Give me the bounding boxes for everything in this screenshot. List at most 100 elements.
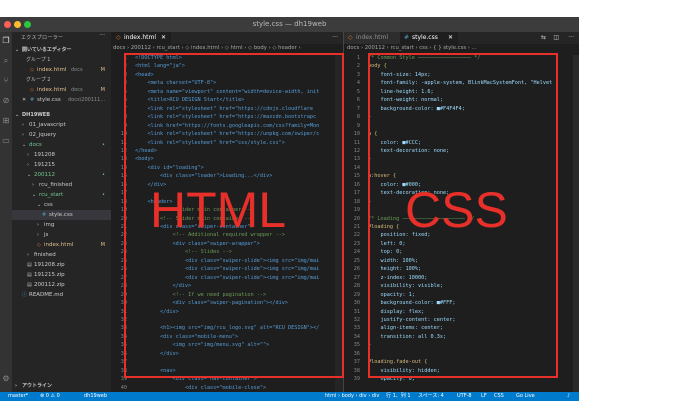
- tree-item[interactable]: › 01_javascript: [12, 120, 111, 130]
- right-tab-bar: ◇ index.html # style.css ✕ ⇆ ◫ ···: [344, 32, 579, 44]
- split-editor-icon[interactable]: ◫: [553, 32, 559, 44]
- folder-open-icon: ⌄: [37, 202, 42, 208]
- tree-item[interactable]: ⌄ css: [12, 200, 111, 210]
- problems-status[interactable]: ⊗ 0 ⚠ 0: [40, 392, 60, 401]
- go-live-button[interactable]: Go Live: [516, 392, 535, 401]
- line-number: 39: [353, 376, 360, 383]
- more-actions-icon[interactable]: ···: [332, 32, 338, 44]
- folder-icon: ›: [37, 222, 39, 228]
- line-number: 20: [353, 215, 360, 222]
- tree-item[interactable]: › 191215: [12, 160, 111, 170]
- line-number: 40: [120, 384, 127, 391]
- source-control-icon[interactable]: ⑂: [2, 77, 10, 85]
- tree-item[interactable]: ⓘ README.md: [12, 290, 111, 300]
- explorer-title: エクスプローラー: [21, 35, 64, 41]
- files-icon[interactable]: ❐: [2, 37, 10, 45]
- tree-item[interactable]: ⌄ rcu_start •: [12, 190, 111, 200]
- line-number: 30: [353, 300, 360, 307]
- chevron-down-icon: ⌄: [15, 112, 20, 118]
- more-actions-icon[interactable]: ···: [99, 32, 105, 39]
- compare-icon[interactable]: ⇆: [541, 32, 546, 44]
- path-status: html › body › div › div: [325, 393, 380, 399]
- tree-item[interactable]: › rcu_finished: [12, 180, 111, 190]
- line-number: 13: [353, 156, 360, 163]
- tree-item[interactable]: › img: [12, 220, 111, 230]
- line-number: 33: [353, 325, 360, 332]
- line-number: 34: [353, 333, 360, 340]
- tree-item[interactable]: › js: [12, 230, 111, 240]
- breadcrumb: docs › 200112 › rcu_start › ◇ index.html…: [113, 45, 301, 51]
- line-number: 2: [356, 63, 360, 70]
- outline-header[interactable]: › アウトライン: [12, 381, 111, 391]
- tree-item[interactable]: › 191208: [12, 150, 111, 160]
- tree-item[interactable]: # style.css: [12, 210, 111, 220]
- branch-status[interactable]: master*: [8, 392, 28, 401]
- line-number: 36: [353, 350, 360, 357]
- line-number: 31: [353, 308, 360, 315]
- workspace-root-header[interactable]: ⌄ DH19WEB: [12, 110, 111, 120]
- code-line[interactable]: <div class="mobile-close">: [135, 385, 266, 391]
- tab-style-css[interactable]: # style.css ✕: [400, 32, 458, 44]
- tree-item[interactable]: ⌄ docs •: [12, 140, 111, 150]
- line-number: 14: [353, 164, 360, 171]
- line-number: 12: [353, 147, 360, 154]
- css-file-icon: #: [30, 97, 35, 103]
- close-icon[interactable]: ✕: [22, 95, 26, 105]
- folder-icon: ›: [32, 182, 34, 188]
- tree-item[interactable]: ◇ index.html M: [12, 240, 111, 250]
- chevron-down-icon: ⌄: [15, 47, 20, 53]
- open-editors-header[interactable]: ⌄ 開いているエディター: [12, 45, 111, 55]
- folder-icon: ›: [37, 232, 39, 238]
- line-number: 21: [353, 224, 360, 230]
- settings-gear-icon[interactable]: ⚙: [2, 375, 10, 383]
- folder-open-icon: ⌄: [22, 142, 27, 148]
- line-number: 37: [353, 359, 360, 366]
- folder-icon: ›: [27, 252, 29, 258]
- tree-item[interactable]: ▤ 191208.zip: [12, 260, 111, 270]
- tree-item[interactable]: ▤ 191215.zip: [12, 270, 111, 280]
- breadcrumb: docs › 200112 › rcu_start › css › { } st…: [347, 45, 477, 51]
- language-status[interactable]: CSS: [494, 392, 504, 401]
- close-icon[interactable]: ✕: [448, 32, 453, 44]
- bell-icon[interactable]: ♪: [567, 392, 570, 401]
- line-number: 38: [353, 367, 360, 374]
- eol-status[interactable]: LF: [481, 392, 487, 401]
- minimap: [573, 55, 579, 392]
- group-1-label: グループ 1: [26, 57, 51, 63]
- line-number: 32: [353, 316, 360, 323]
- line-number: 26: [353, 266, 360, 273]
- open-editor-item-active[interactable]: ✕ # style.css docs\200111...: [12, 95, 111, 105]
- remote-icon[interactable]: ▭: [2, 137, 10, 145]
- line-number: 16: [353, 181, 360, 188]
- indent-status[interactable]: スペース: 4: [418, 392, 444, 401]
- line-number: 11: [353, 139, 360, 146]
- line-number: 24: [353, 249, 360, 256]
- tree-item[interactable]: ⌄ 200112 •: [12, 170, 111, 180]
- html-file-icon: ◇: [116, 34, 121, 41]
- html-file-icon: ◇: [348, 34, 353, 41]
- debug-icon[interactable]: ⊘: [2, 97, 10, 105]
- tree-item[interactable]: › finished: [12, 250, 111, 260]
- tab-index-html[interactable]: ◇ index.html ✕: [111, 32, 171, 44]
- encoding-status[interactable]: UTF-8: [457, 392, 472, 401]
- open-editor-item[interactable]: ◇ index.html docs M: [12, 85, 111, 95]
- zip-file-icon: ▤: [27, 272, 32, 278]
- tree-item[interactable]: › 02_jquery: [12, 130, 111, 140]
- line-number: 28: [353, 283, 360, 290]
- close-icon[interactable]: ✕: [161, 32, 166, 44]
- search-icon[interactable]: ⌕: [2, 57, 10, 65]
- tab-index-html[interactable]: ◇ index.html: [344, 32, 400, 44]
- open-editor-item[interactable]: ◇ index.html docs M: [12, 65, 111, 75]
- more-actions-icon[interactable]: ···: [568, 32, 574, 44]
- line-number: 23: [353, 240, 360, 247]
- cursor-position[interactable]: 行 1、列 1: [386, 392, 411, 401]
- line-number: 8: [356, 114, 360, 121]
- line-number: 19: [353, 207, 360, 214]
- html-overlay-label: HTML: [150, 182, 287, 238]
- line-number: 4: [356, 80, 360, 87]
- tree-item[interactable]: ▤ 200112.zip: [12, 280, 111, 290]
- extensions-icon[interactable]: ⊞: [2, 117, 10, 125]
- line-number: 27: [353, 274, 360, 281]
- window-title: style.css — dh19web: [252, 20, 327, 28]
- line-number: 6: [356, 97, 360, 104]
